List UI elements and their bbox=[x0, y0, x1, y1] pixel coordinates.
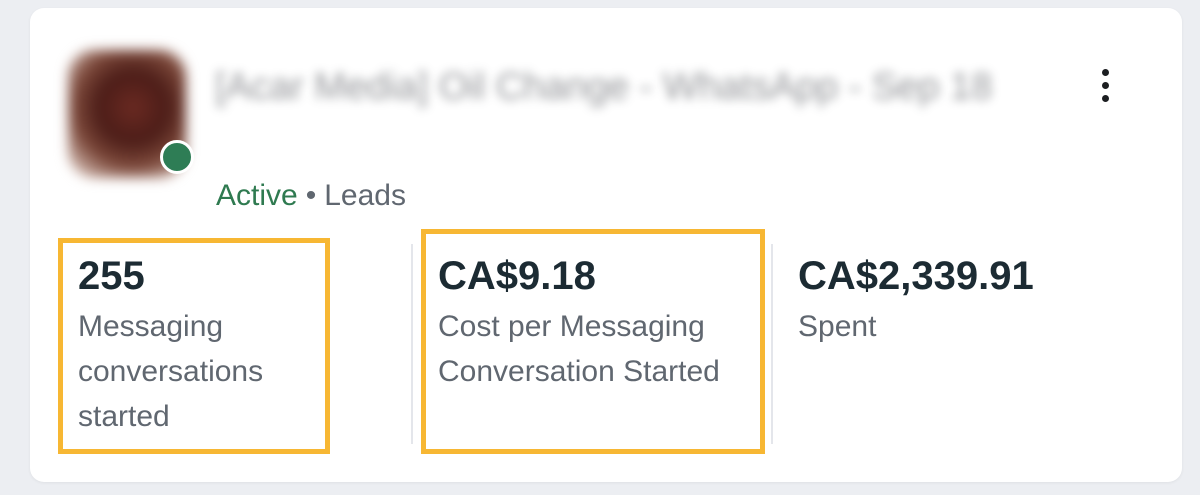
metric-label: Spent bbox=[798, 310, 877, 343]
metric-divider bbox=[771, 244, 773, 444]
ad-title[interactable]: [Acar Media] Oil Change - WhatsApp - Sep… bbox=[215, 58, 1015, 116]
highlight-box bbox=[421, 229, 765, 454]
more-vertical-icon bbox=[1101, 94, 1109, 102]
objective-text: Leads bbox=[324, 179, 406, 212]
more-vertical-icon bbox=[1101, 68, 1109, 76]
status-dot-icon bbox=[160, 140, 194, 174]
more-vertical-icon bbox=[1101, 81, 1109, 89]
metric-value: CA$2,339.91 bbox=[798, 254, 1034, 298]
metric-divider bbox=[411, 244, 413, 444]
ad-card[interactable]: [Acar Media] Oil Change - WhatsApp - Sep… bbox=[30, 8, 1182, 482]
ad-status-line: Active • Leads bbox=[216, 176, 406, 216]
status-text: Active bbox=[216, 179, 298, 212]
metric-spent: CA$2,339.91 Spent bbox=[798, 248, 1128, 349]
more-options-button[interactable] bbox=[1090, 60, 1120, 110]
status-separator: • bbox=[305, 179, 317, 212]
highlight-box bbox=[58, 238, 330, 454]
